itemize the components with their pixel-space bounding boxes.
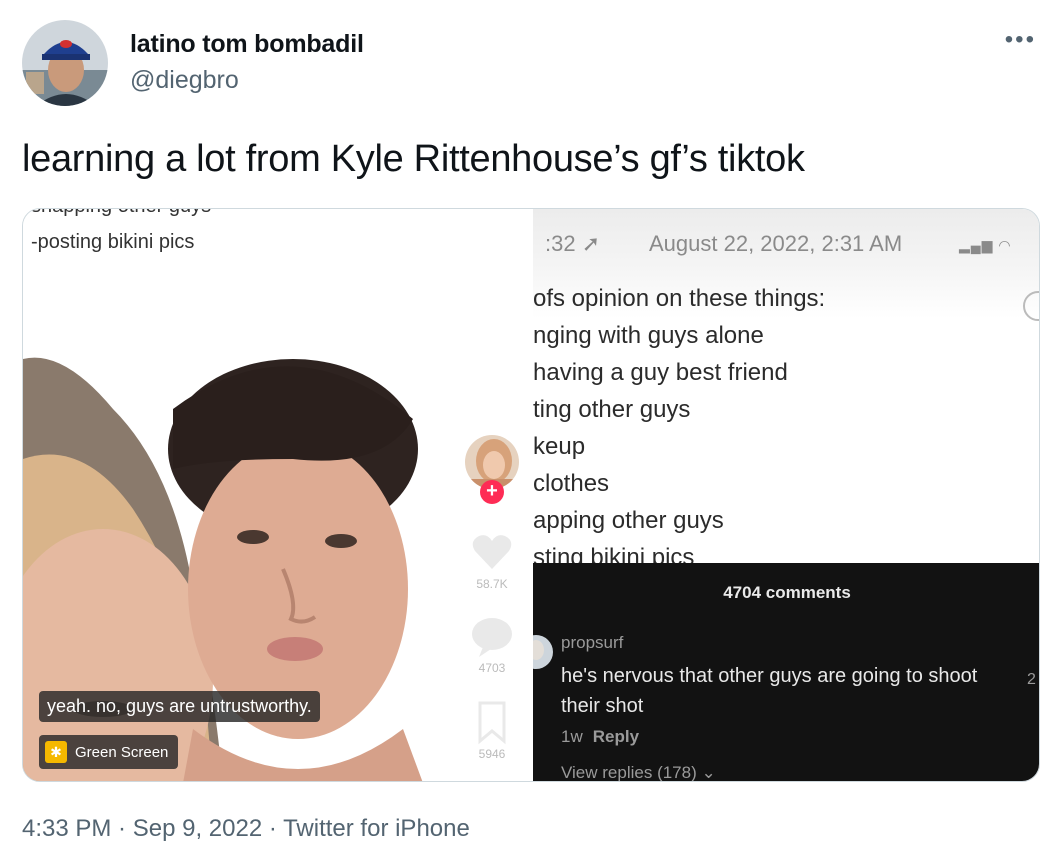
tweet-media[interactable]: snapping other guys -posting bikini pics…	[22, 208, 1040, 782]
circle-icon	[1023, 291, 1039, 321]
green-screen-button[interactable]: ✱ Green Screen	[39, 735, 179, 769]
save-count: 5946	[478, 747, 506, 761]
list-line: apping other guys	[533, 507, 724, 534]
green-screen-label: Green Screen	[75, 743, 169, 761]
footer-separator: ·	[111, 815, 133, 842]
list-line: having a guy best friend	[533, 359, 788, 386]
comment-age: 1w	[561, 727, 583, 746]
reply-button[interactable]: Reply	[593, 727, 639, 746]
green-screen-icon: ✱	[45, 741, 67, 763]
list-line: ofs opinion on these things:	[533, 285, 826, 312]
comment-text: he's nervous that other guys are going t…	[561, 665, 978, 717]
like-count: 58.7K	[476, 577, 508, 591]
list-line: clothes	[533, 470, 610, 497]
media-left-panel: snapping other guys -posting bikini pics…	[23, 209, 533, 781]
view-replies-link[interactable]: View replies (178) ⌄	[561, 763, 716, 782]
chevron-down-icon: ⌄	[701, 763, 716, 782]
location-arrow-icon: ➚	[581, 231, 601, 256]
list-line: ting other guys	[533, 396, 691, 423]
commenter-avatar[interactable]	[533, 635, 553, 669]
comments-sheet: 4704 comments propsurf he's nervous that…	[533, 563, 1039, 782]
status-time: :32 ➚	[545, 231, 601, 256]
heart-icon[interactable]	[469, 529, 515, 575]
tweet-text: learning a lot from Kyle Rittenhouse’s g…	[22, 138, 805, 180]
comment-likes: 2	[1027, 671, 1036, 688]
video-caption: yeah. no, guys are untrustworthy.	[39, 691, 320, 722]
follow-plus-icon[interactable]: +	[480, 480, 504, 504]
author-handle[interactable]: @diegbro	[130, 66, 239, 95]
media-right-panel: :32 ➚ August 22, 2022, 2:31 AM ▂▄▆ ◠ ofs…	[533, 209, 1039, 782]
list-line: keup	[533, 433, 586, 460]
author-name[interactable]: latino tom bombadil	[130, 30, 364, 59]
list-line: nging with guys alone	[533, 322, 764, 349]
signal-wifi-icon: ▂▄▆ ◠	[959, 237, 1012, 253]
screenshot-date: August 22, 2022, 2:31 AM	[649, 231, 903, 256]
overlay-text-cut: snapping other guys	[31, 209, 211, 218]
comment-icon[interactable]	[469, 613, 515, 659]
comment-username[interactable]: propsurf	[561, 633, 623, 653]
tweet-source: Twitter for iPhone	[283, 815, 470, 842]
footer-separator: ·	[262, 815, 284, 842]
comment-count: 4703	[478, 661, 506, 675]
tweet-footer: 4:33 PM · Sep 9, 2022 · Twitter for iPho…	[22, 815, 470, 843]
comment-meta: 1w Reply	[561, 727, 639, 747]
more-icon[interactable]: •••	[1005, 26, 1036, 54]
bookmark-icon[interactable]	[469, 699, 515, 745]
overlay-text: -posting bikini pics	[31, 231, 195, 253]
author-avatar[interactable]	[22, 20, 108, 106]
tweet-time[interactable]: 4:33 PM	[22, 815, 111, 842]
tweet-date[interactable]: Sep 9, 2022	[133, 815, 262, 842]
comments-count: 4704 comments	[723, 583, 851, 602]
